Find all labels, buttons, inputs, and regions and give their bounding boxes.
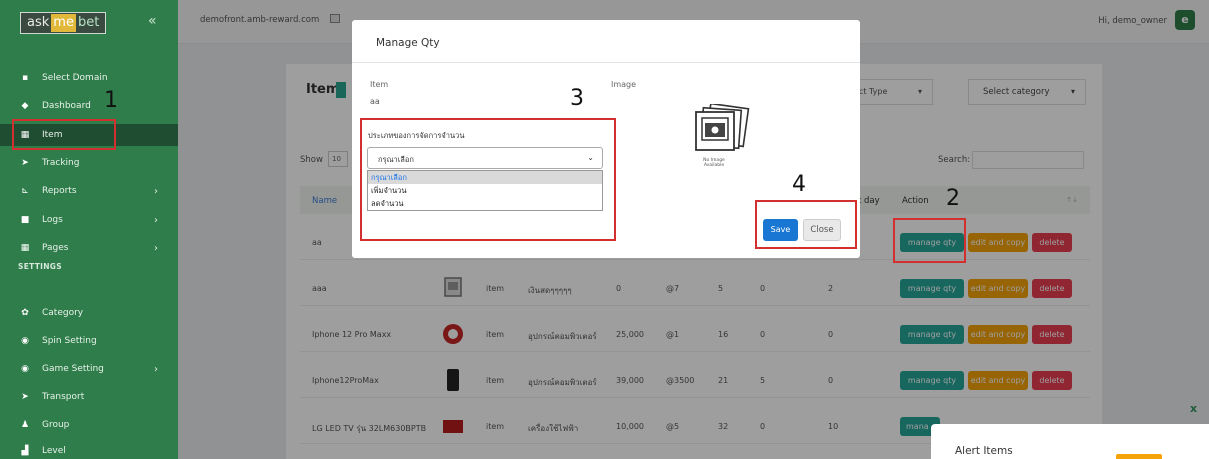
sidebar-item-label: Category <box>42 308 84 318</box>
gift-icon: ✿ <box>21 308 29 318</box>
gamepad-icon: ◉ <box>21 364 29 374</box>
no-image-text: No Image Available <box>703 158 725 168</box>
sidebar-item-logs[interactable]: ■ Logs › <box>0 209 178 231</box>
sidebar-item-label: Logs <box>42 215 63 225</box>
chevron-right-icon: › <box>154 363 158 375</box>
sidebar-item-reports[interactable]: ⊾ Reports › <box>0 180 178 202</box>
image-label: Image <box>611 80 637 89</box>
sidebar-item-tracking[interactable]: ➤ Tracking <box>0 152 178 174</box>
sidebar: ask me bet « ▪ Select Domain ◆ Dashboard… <box>0 0 178 459</box>
annotation-box-manage-qty <box>893 218 966 263</box>
sidebar-item-group[interactable]: ♟ Group <box>0 414 178 436</box>
annotation-number: 4 <box>792 172 806 197</box>
annotation-box-qty-type <box>360 118 616 241</box>
sidebar-item-label: Game Setting <box>42 364 104 374</box>
arrow-right-icon: ➤ <box>21 392 29 402</box>
logo-word-bet: bet <box>77 15 100 30</box>
alert-badge <box>1116 454 1162 459</box>
table-icon: ▦ <box>20 243 30 253</box>
chart-icon: ⊾ <box>21 186 29 196</box>
domain-icon: ▪ <box>21 73 29 83</box>
diamond-icon: ◆ <box>21 101 29 111</box>
arrow-right-icon: ➤ <box>21 158 29 168</box>
sidebar-item-spin-setting[interactable]: ◉ Spin Setting <box>0 330 178 352</box>
sidebar-item-level[interactable]: ▟ Level <box>0 440 178 459</box>
folder-icon: ■ <box>20 215 30 225</box>
logo-word-me: me <box>51 14 76 32</box>
annotation-number: 2 <box>946 186 960 211</box>
annotation-box-item <box>12 119 116 150</box>
item-value: aa <box>370 97 380 106</box>
sidebar-item-label: Tracking <box>42 158 80 168</box>
annotation-number: 3 <box>570 86 584 111</box>
bars-icon: ▟ <box>21 446 29 456</box>
collapse-sidebar-icon[interactable]: « <box>148 13 157 29</box>
sidebar-item-label: Level <box>42 446 66 456</box>
sidebar-section-settings: SETTINGS <box>18 262 62 271</box>
sidebar-item-label: Pages <box>42 243 69 253</box>
sidebar-item-select-domain[interactable]: ▪ Select Domain <box>0 67 178 89</box>
annotation-number: 1 <box>104 88 118 113</box>
sidebar-item-game-setting[interactable]: ◉ Game Setting › <box>0 358 178 380</box>
alert-title: Alert Items <box>955 445 1013 457</box>
alert-close-icon[interactable]: x <box>1190 402 1197 415</box>
sidebar-item-pages[interactable]: ▦ Pages › <box>0 237 178 259</box>
chevron-right-icon: › <box>154 185 158 197</box>
item-label: Item <box>370 80 389 89</box>
modal-title: Manage Qty <box>376 37 440 49</box>
chevron-right-icon: › <box>154 242 158 254</box>
sidebar-item-dashboard[interactable]: ◆ Dashboard <box>0 95 178 117</box>
gamepad-icon: ◉ <box>21 336 29 346</box>
annotation-box-save <box>755 200 857 249</box>
sidebar-item-label: Group <box>42 420 70 430</box>
chevron-right-icon: › <box>154 214 158 226</box>
sidebar-item-transport[interactable]: ➤ Transport <box>0 386 178 408</box>
sidebar-item-label: Dashboard <box>42 101 91 111</box>
modal-divider <box>352 62 860 63</box>
sidebar-item-label: Reports <box>42 186 77 196</box>
app-logo[interactable]: ask me bet <box>20 12 107 34</box>
users-icon: ♟ <box>20 420 30 430</box>
sidebar-item-label: Select Domain <box>42 73 108 83</box>
alert-items-panel: Alert Items <box>931 424 1209 459</box>
sidebar-item-label: Spin Setting <box>42 336 97 346</box>
sidebar-item-label: Transport <box>42 392 85 402</box>
logo-word-ask: ask <box>27 15 50 30</box>
sidebar-item-category[interactable]: ✿ Category <box>0 302 178 324</box>
